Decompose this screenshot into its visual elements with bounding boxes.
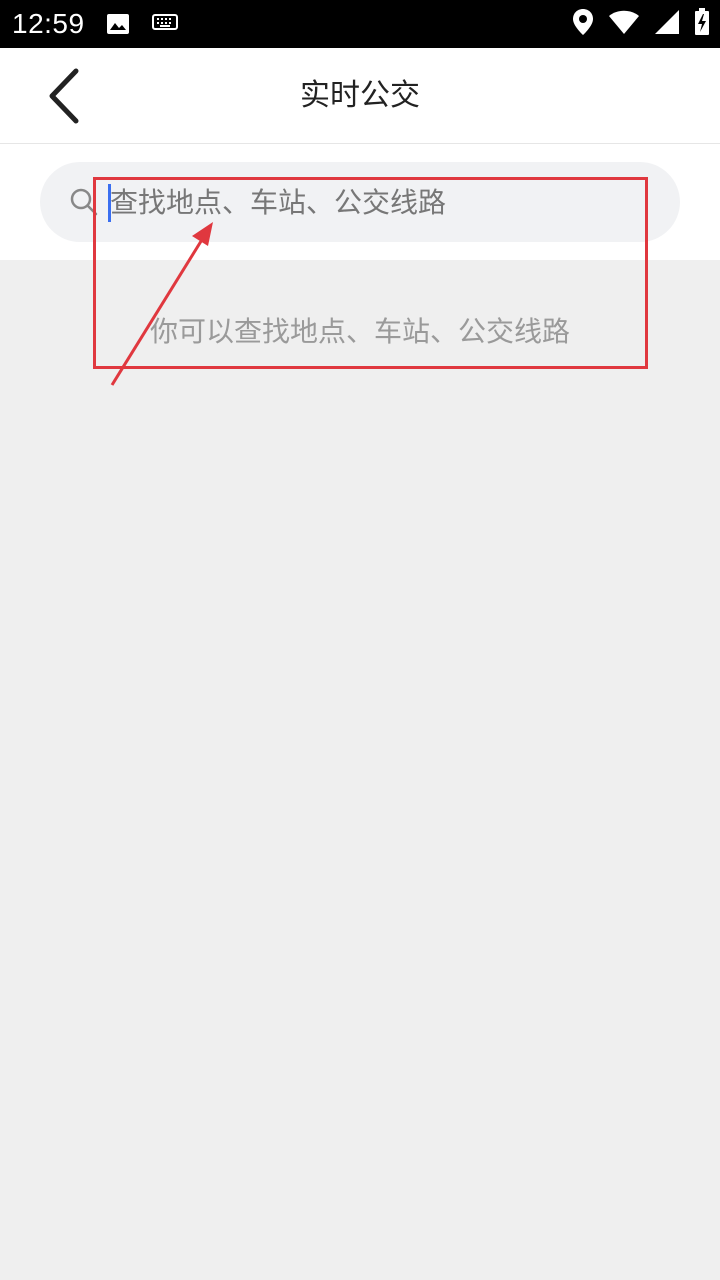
status-left-icons: [106, 12, 178, 36]
keyboard-icon: [152, 14, 178, 30]
status-bar: 12:59: [0, 0, 720, 48]
text-caret: [108, 184, 111, 222]
search-hint: 你可以查找地点、车站、公交线路: [149, 315, 570, 348]
location-icon: [573, 9, 593, 35]
app-header: 实时公交: [0, 48, 720, 144]
image-icon: [107, 14, 129, 34]
wifi-icon: [609, 10, 639, 34]
search-input[interactable]: [106, 176, 650, 228]
search-area: [0, 144, 720, 260]
page-title: 实时公交: [300, 78, 420, 113]
signal-icon: [655, 10, 679, 34]
search-box[interactable]: [40, 162, 680, 242]
battery-charging-icon: [695, 8, 709, 35]
status-time: 12:59: [12, 8, 85, 39]
status-right-icons: [572, 8, 710, 36]
search-icon: [70, 188, 98, 216]
